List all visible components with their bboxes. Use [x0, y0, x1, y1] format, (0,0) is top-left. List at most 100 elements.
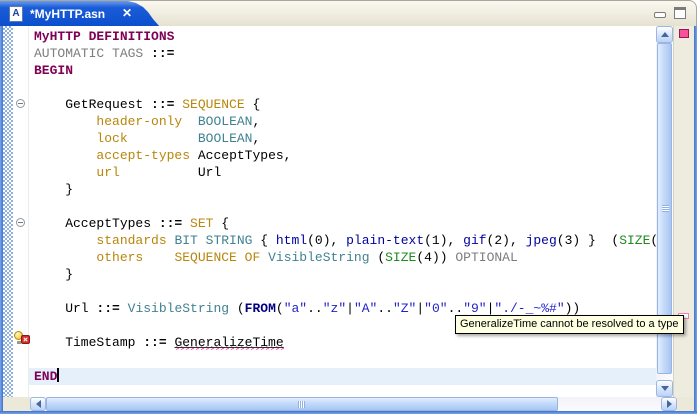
- asn-file-icon: A: [9, 6, 23, 22]
- fold-collapse-icon[interactable]: [16, 218, 25, 227]
- code-line[interactable]: AcceptTypes ::= SET {: [29, 215, 656, 232]
- close-icon[interactable]: ✕: [122, 6, 132, 20]
- code-line[interactable]: BEGIN: [29, 62, 656, 79]
- horizontal-scrollbar[interactable]: [30, 397, 677, 411]
- view-buttons: [654, 7, 686, 19]
- code-token: (4)): [416, 250, 456, 265]
- code-line[interactable]: [29, 283, 656, 300]
- code-token: ..: [377, 301, 393, 316]
- code-token: {: [213, 216, 230, 231]
- code-line[interactable]: }: [29, 266, 656, 283]
- code-token: ::=: [151, 97, 175, 112]
- code-token: ..: [307, 301, 323, 316]
- code-token: AcceptTypes,: [197, 148, 292, 163]
- code-token: Url: [34, 301, 97, 316]
- code-token: Url: [197, 165, 222, 180]
- scroll-left-icon: [35, 400, 41, 408]
- maximize-icon[interactable]: [674, 7, 686, 19]
- code-line[interactable]: lock BOOLEAN,: [29, 130, 656, 147]
- code-line[interactable]: accept-types AcceptTypes,: [29, 147, 656, 164]
- code-token: FROM: [244, 301, 276, 316]
- code-token: SEQUENCE OF: [174, 250, 261, 265]
- editor-tab-myhttp[interactable]: A *MyHTTP.asn ✕: [0, 1, 160, 27]
- code-token: BIT STRING: [174, 233, 253, 248]
- code-token: SET: [190, 216, 214, 231]
- view-edge-hatch: [3, 26, 13, 397]
- code-token: header-only: [96, 114, 183, 129]
- vertical-scrollbar[interactable]: [656, 26, 673, 397]
- code-token: plain-text: [346, 233, 425, 248]
- code-token: SIZE: [385, 250, 417, 265]
- scroll-up-button[interactable]: [656, 26, 673, 43]
- code-token: GetRequest: [34, 97, 152, 112]
- code-token: (1),: [424, 233, 464, 248]
- code-token: (3) } (: [556, 233, 620, 248]
- code-token: ..: [447, 301, 464, 316]
- quickfix-error-icon[interactable]: [14, 331, 30, 346]
- code-line[interactable]: url Url: [29, 164, 656, 181]
- error-tooltip: GeneralizeTime cannot be resolved to a t…: [455, 315, 684, 334]
- code-token: (: [369, 250, 386, 265]
- code-token: }: [34, 267, 74, 282]
- code-line[interactable]: MyHTTP DEFINITIONS: [29, 28, 656, 45]
- code-line[interactable]: GetRequest ::= SEQUENCE {: [29, 96, 656, 113]
- eclipse-editor-window: A *MyHTTP.asn ✕ MyHTTP DEFINITIONS AUTOMA…: [0, 0, 697, 414]
- code-line[interactable]: others SEQUENCE OF VisibleString (SIZE(4…: [29, 249, 656, 266]
- code-token: "A": [353, 301, 378, 316]
- code-token: jpeg: [525, 233, 557, 248]
- code-token: {: [252, 233, 276, 248]
- code-token: AUTOMATIC TAGS: [34, 46, 152, 61]
- scroll-left-button[interactable]: [30, 397, 46, 411]
- code-token: TimeStamp: [34, 335, 144, 350]
- code-token: ::=: [158, 216, 183, 231]
- code-line[interactable]: [29, 79, 656, 96]
- code-line[interactable]: AUTOMATIC TAGS ::=: [29, 45, 656, 62]
- minimize-icon[interactable]: [654, 12, 666, 18]
- tab-title: *MyHTTP.asn: [30, 7, 106, 21]
- code-token: BOOLEAN: [197, 131, 253, 146]
- code-token: }: [34, 182, 74, 197]
- code-line[interactable]: [29, 351, 656, 368]
- scroll-down-icon: [660, 386, 669, 391]
- code-token: |: [346, 301, 354, 316]
- code-token: SEQUENCE: [182, 97, 245, 112]
- code-token: |: [416, 301, 425, 316]
- code-line[interactable]: TimeStamp ::= GeneralizeTime: [29, 334, 656, 351]
- code-token: lock: [96, 131, 128, 146]
- code-line[interactable]: }: [29, 181, 656, 198]
- scroll-down-button[interactable]: [656, 380, 673, 397]
- code-token: "0": [424, 301, 448, 316]
- code-token: url: [96, 165, 120, 180]
- code-token: MyHTTP: [34, 29, 81, 44]
- code-line[interactable]: END: [29, 368, 656, 385]
- scroll-right-button[interactable]: [661, 397, 677, 411]
- code-line[interactable]: standards BIT STRING { html(0), plain-te…: [29, 232, 656, 249]
- code-line[interactable]: [29, 198, 656, 215]
- code-line[interactable]: header-only BOOLEAN,: [29, 113, 656, 130]
- code-token: )): [564, 301, 581, 316]
- overview-error-status-icon[interactable]: [679, 29, 689, 38]
- code-area[interactable]: MyHTTP DEFINITIONS AUTOMATIC TAGS ::= BEGI…: [29, 26, 656, 397]
- code-token: accept-types: [96, 148, 191, 163]
- code-token: ::=: [151, 46, 175, 61]
- code-token: ,: [252, 131, 261, 146]
- fold-collapse-icon[interactable]: [16, 99, 25, 108]
- code-token: "9": [463, 301, 487, 316]
- horizontal-scrollbar-thumb[interactable]: [46, 397, 558, 411]
- code-token: AcceptTypes: [34, 216, 159, 231]
- code-token: "./-_~%#": [494, 301, 565, 316]
- code-token: SIZE: [619, 233, 651, 248]
- code-token: "Z": [392, 301, 417, 316]
